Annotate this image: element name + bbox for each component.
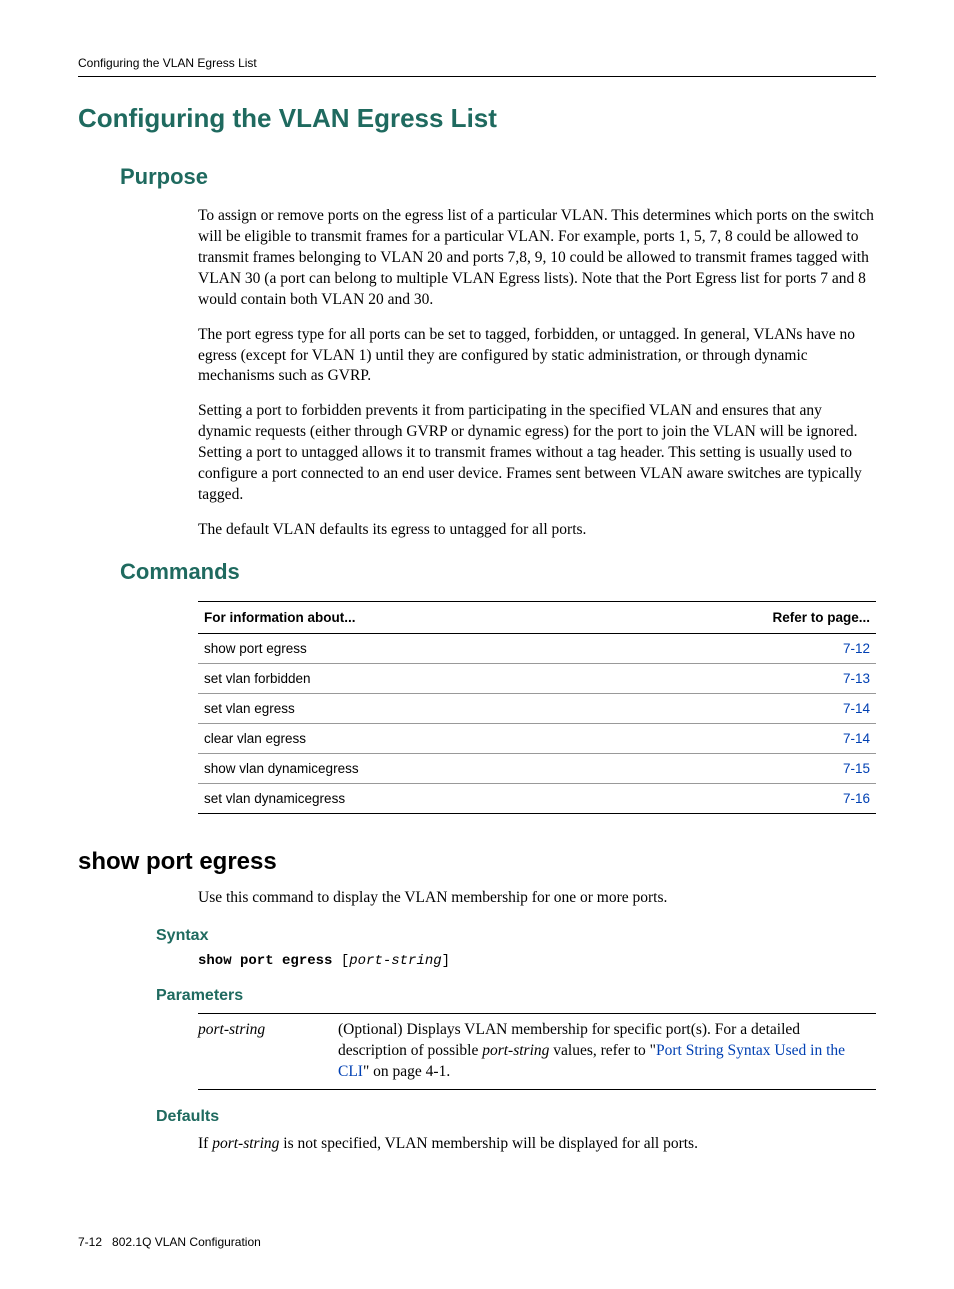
table-row: set vlan egress 7-14 (198, 693, 876, 723)
commands-col2: Refer to page... (607, 601, 876, 633)
running-head: Configuring the VLAN Egress List (78, 56, 876, 77)
cmd-name: set vlan egress (198, 693, 607, 723)
cmd-page-link[interactable]: 7-14 (843, 701, 870, 716)
param-name: port-string (198, 1013, 338, 1089)
table-row: set vlan forbidden 7-13 (198, 663, 876, 693)
purpose-p3: Setting a port to forbidden prevents it … (78, 401, 876, 506)
cmd-page-link[interactable]: 7-14 (843, 731, 870, 746)
footer-title: 802.1Q VLAN Configuration (112, 1235, 261, 1249)
syntax-heading: Syntax (78, 927, 876, 945)
purpose-p1: To assign or remove ports on the egress … (78, 206, 876, 311)
syntax-kw: show port egress (198, 953, 332, 969)
defaults-text: If port-string is not specified, VLAN me… (78, 1134, 876, 1155)
cmd-name: show port egress (198, 633, 607, 663)
purpose-p4: The default VLAN defaults its egress to … (78, 520, 876, 541)
table-row: show vlan dynamicegress 7-15 (198, 753, 876, 783)
table-row: show port egress 7-12 (198, 633, 876, 663)
page-title: Configuring the VLAN Egress List (78, 103, 876, 134)
commands-heading: Commands (78, 559, 876, 585)
cmd-page-link[interactable]: 7-15 (843, 761, 870, 776)
footer-page: 7-12 (78, 1235, 102, 1249)
cmd-name: set vlan forbidden (198, 663, 607, 693)
table-row: port-string (Optional) Displays VLAN mem… (198, 1013, 876, 1089)
defaults-heading: Defaults (78, 1108, 876, 1126)
defaults-pre: If (198, 1135, 212, 1152)
param-desc-post: " on page 4-1. (363, 1063, 450, 1080)
table-row: set vlan dynamicegress 7-16 (198, 783, 876, 813)
param-desc-mid: values, refer to " (549, 1042, 656, 1059)
syntax-bracket-open: [ (332, 953, 349, 969)
command-heading: show port egress (78, 848, 876, 876)
cmd-name: set vlan dynamicegress (198, 783, 607, 813)
footer: 7-12 802.1Q VLAN Configuration (78, 1235, 876, 1249)
defaults-post: is not specified, VLAN membership will b… (279, 1135, 698, 1152)
commands-col1: For information about... (198, 601, 607, 633)
cmd-name: show vlan dynamicegress (198, 753, 607, 783)
table-row: clear vlan egress 7-14 (198, 723, 876, 753)
purpose-p2: The port egress type for all ports can b… (78, 325, 876, 388)
param-desc: (Optional) Displays VLAN membership for … (338, 1013, 876, 1089)
commands-table: For information about... Refer to page..… (198, 601, 876, 814)
purpose-heading: Purpose (78, 164, 876, 190)
syntax-arg: port-string (349, 953, 441, 969)
syntax-bracket-close: ] (442, 953, 450, 969)
parameters-table: port-string (Optional) Displays VLAN mem… (198, 1013, 876, 1090)
param-desc-em: port-string (482, 1042, 549, 1059)
command-desc: Use this command to display the VLAN mem… (78, 888, 876, 909)
defaults-em: port-string (212, 1135, 279, 1152)
syntax-block: show port egress [port-string] (78, 953, 876, 969)
cmd-page-link[interactable]: 7-13 (843, 671, 870, 686)
cmd-page-link[interactable]: 7-16 (843, 791, 870, 806)
cmd-name: clear vlan egress (198, 723, 607, 753)
parameters-heading: Parameters (78, 987, 876, 1005)
cmd-page-link[interactable]: 7-12 (843, 641, 870, 656)
